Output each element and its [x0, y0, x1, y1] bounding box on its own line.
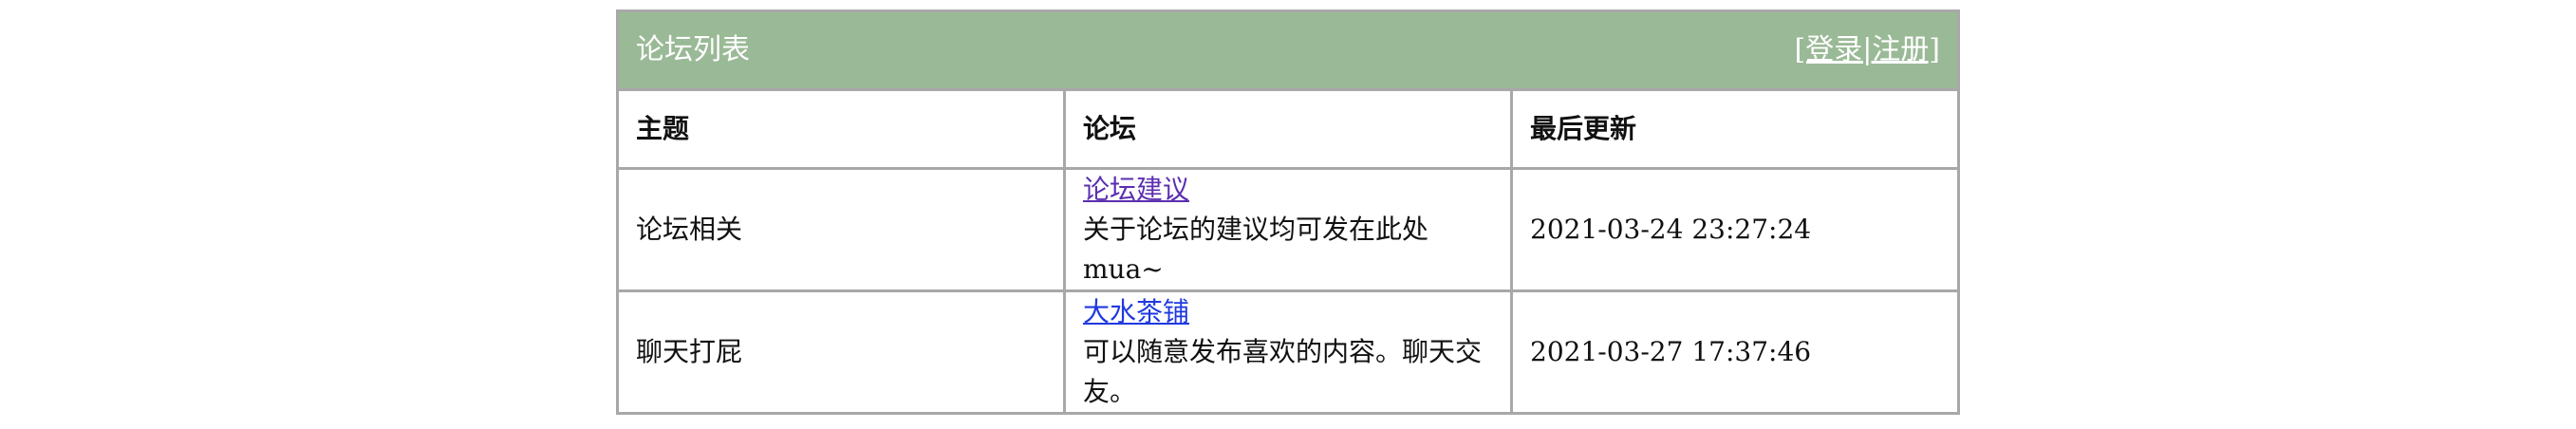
- login-register-link[interactable]: [登录|注册]: [1794, 30, 1940, 70]
- table-title-row: 论坛列表 [登录|注册]: [616, 9, 1960, 91]
- topic-cell: 聊天打屁: [616, 289, 1066, 415]
- title-wrap: 论坛列表 [登录|注册]: [636, 30, 1940, 70]
- forum-cell: 论坛建议 关于论坛的建议均可发在此处mua~: [1063, 167, 1513, 292]
- column-header-topic: 主题: [616, 88, 1066, 170]
- forum-cell: 大水茶铺 可以随意发布喜欢的内容。聊天交友。: [1063, 289, 1513, 415]
- table-header-row: 主题 论坛 最后更新: [616, 88, 1960, 170]
- forum-list-table: 论坛列表 [登录|注册] 主题 论坛 最后更新 论坛相关 论坛建议 关于论坛的建…: [616, 9, 1960, 415]
- column-header-last-update: 最后更新: [1510, 88, 1960, 170]
- column-header-forum: 论坛: [1063, 88, 1513, 170]
- table-row: 论坛相关 论坛建议 关于论坛的建议均可发在此处mua~ 2021-03-24 2…: [616, 167, 1960, 292]
- forum-description: 关于论坛的建议均可发在此处mua~: [1083, 214, 1429, 285]
- last-update-cell: 2021-03-24 23:27:24: [1510, 167, 1960, 292]
- table-row: 聊天打屁 大水茶铺 可以随意发布喜欢的内容。聊天交友。 2021-03-27 1…: [616, 289, 1960, 415]
- forum-link-suggestions[interactable]: 论坛建议: [1083, 170, 1493, 210]
- title-bar: 论坛列表 [登录|注册]: [616, 9, 1960, 91]
- forum-list-title: 论坛列表: [636, 33, 750, 66]
- forum-link-tea-house[interactable]: 大水茶铺: [1083, 292, 1493, 332]
- topic-cell: 论坛相关: [616, 167, 1066, 292]
- forum-description: 可以随意发布喜欢的内容。聊天交友。: [1083, 336, 1483, 407]
- last-update-cell: 2021-03-27 17:37:46: [1510, 289, 1960, 415]
